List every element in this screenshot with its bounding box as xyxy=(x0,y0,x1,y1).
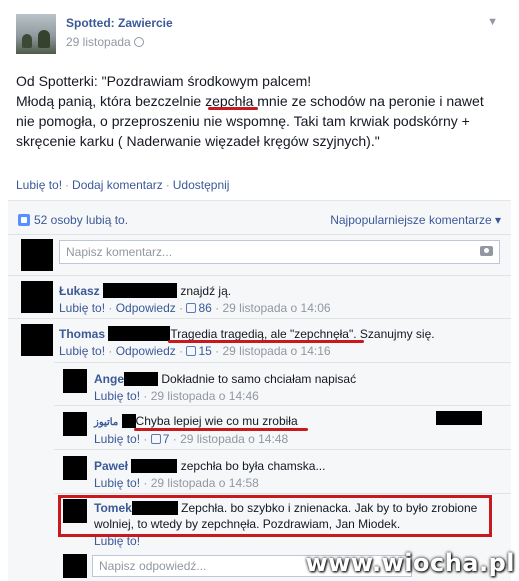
redacted-avatar xyxy=(63,554,87,578)
highlight-underline xyxy=(134,428,308,431)
like-thumb-icon xyxy=(18,214,30,226)
redacted-avatar xyxy=(21,281,53,313)
reply-like-link[interactable]: Lubię to! xyxy=(94,389,140,403)
likes-summary[interactable]: 52 osoby lubią to. xyxy=(18,213,128,227)
reply-time[interactable]: 29 listopada o 14:58 xyxy=(151,476,259,490)
comment-reply-link[interactable]: Odpowiedz xyxy=(116,344,176,358)
redacted-name xyxy=(108,326,171,341)
redacted-name xyxy=(121,414,136,428)
divider xyxy=(8,234,511,235)
comment-author[interactable]: Łukasz xyxy=(59,284,100,298)
chevron-down-icon[interactable]: ▼ xyxy=(487,16,498,28)
camera-icon[interactable] xyxy=(480,246,493,256)
comment-input[interactable]: Napisz komentarz... xyxy=(59,240,500,264)
divider xyxy=(54,493,511,494)
highlight-underline xyxy=(168,340,364,343)
watermark: www.wiocha.pl xyxy=(305,549,515,577)
comment-meta: Lubię to! · Odpowiedz · 86 · 29 listopad… xyxy=(59,301,331,315)
reply-text: Dokładnie to samo chciałam napisać xyxy=(161,372,357,386)
comment-text: znajdź ją. xyxy=(180,284,232,298)
reply-author[interactable]: Paweł xyxy=(94,459,128,473)
page-avatar[interactable] xyxy=(16,14,56,54)
comment-like-link[interactable]: Lubię to! xyxy=(59,344,105,358)
comment-input-placeholder: Napisz komentarz... xyxy=(66,245,173,259)
highlight-underline xyxy=(208,107,258,110)
post-date[interactable]: 29 listopada xyxy=(66,35,144,49)
reply-author[interactable]: ماتيوز xyxy=(94,417,118,428)
reply-text: Chyba lepiej wie co mu zrobiła xyxy=(135,414,298,428)
comment-text: . Szanujmy się. xyxy=(353,327,435,341)
post-body: Od Spotterki: "Pozdrawiam środkowym palc… xyxy=(16,71,504,151)
like-thumb-icon xyxy=(186,346,197,356)
redacted-avatar xyxy=(63,412,87,436)
comment-sort-dropdown[interactable]: Najpopularniejsze komentarze ▾ xyxy=(330,213,501,227)
reply-meta: Lubię to! · 29 listopada o 14:46 xyxy=(94,389,259,403)
avatar-tree-shape xyxy=(22,34,32,48)
redacted-name xyxy=(103,283,178,298)
reply-time[interactable]: 29 listopada o 14:46 xyxy=(151,389,259,403)
divider xyxy=(54,405,511,406)
separator: · xyxy=(65,178,70,192)
post-actions: Lubię to! · Dodaj komentarz · Udostępnij xyxy=(16,178,229,192)
redacted-avatar xyxy=(63,369,87,393)
divider xyxy=(54,449,511,450)
comment-time[interactable]: 29 listopada o 14:06 xyxy=(222,301,330,315)
avatar-tree-shape xyxy=(38,30,50,48)
post-text-line: Od Spotterki: "Pozdrawiam środkowym palc… xyxy=(16,73,312,89)
reply: Ange Dokładnie to samo chciałam napisać xyxy=(94,372,356,386)
post-text-line: skręcenie karku ( Naderwanie więzadeł kr… xyxy=(16,133,380,149)
post-header: Spotted: Zawiercie 29 listopada ▼ xyxy=(16,14,506,58)
post-text-line: Młodą panią, która bezczelnie zepchła mn… xyxy=(16,93,484,109)
reply-text: zepchła bo była chamska... xyxy=(180,459,326,473)
comment: Łukasz znajdź ją. xyxy=(59,283,231,298)
separator: · xyxy=(165,178,170,192)
comment-meta: Lubię to! · Odpowiedz · 15 · 29 listopad… xyxy=(59,344,331,358)
highlight-box xyxy=(58,495,492,537)
redacted-avatar xyxy=(63,456,87,480)
like-thumb-icon xyxy=(150,434,161,444)
like-link[interactable]: Lubię to! xyxy=(16,178,62,192)
globe-icon xyxy=(133,37,144,47)
page-name-link[interactable]: Spotted: Zawiercie xyxy=(66,16,173,30)
post-text-line: nie pomogła, o przeproszeniu nie wspomnę… xyxy=(16,113,470,129)
divider xyxy=(54,362,511,363)
comment-time[interactable]: 29 listopada o 14:16 xyxy=(222,344,330,358)
redacted-avatar xyxy=(21,239,53,271)
post-date-text[interactable]: 29 listopada xyxy=(66,35,131,49)
comment: Thomas Tragedia tragedią, ale "zepchnęła… xyxy=(59,326,435,341)
comment-link[interactable]: Dodaj komentarz xyxy=(72,178,163,192)
reply: Paweł zepchła bo była chamska... xyxy=(94,459,325,473)
reply-input-placeholder: Napisz odpowiedź... xyxy=(99,559,207,573)
reply-meta: Lubię to! · 7 · 29 listopada o 14:48 xyxy=(94,432,289,446)
divider xyxy=(8,318,511,319)
reply-time[interactable]: 29 listopada o 14:48 xyxy=(180,432,288,446)
comments-section: 52 osoby lubią to. Najpopularniejsze kom… xyxy=(8,200,511,581)
reply-meta: Lubię to! · 29 listopada o 14:58 xyxy=(94,476,259,490)
comment-like-count[interactable]: 15 xyxy=(198,344,211,358)
redacted-block xyxy=(436,411,482,425)
reply: ماتيوز Chyba lepiej wie co mu zrobiła xyxy=(94,414,298,428)
likes-count[interactable]: 52 osoby lubią to. xyxy=(34,213,128,227)
reply-like-link[interactable]: Lubię to! xyxy=(94,476,140,490)
reply-like-count[interactable]: 7 xyxy=(163,432,170,446)
comment-reply-link[interactable]: Odpowiedz xyxy=(116,301,176,315)
redacted-name xyxy=(124,372,158,386)
comment-like-link[interactable]: Lubię to! xyxy=(59,301,105,315)
redacted-avatar xyxy=(21,324,53,356)
redacted-name xyxy=(131,459,178,473)
share-link[interactable]: Udostępnij xyxy=(173,178,230,192)
reply-like-link[interactable]: Lubię to! xyxy=(94,432,140,446)
comment-text-highlight: Tragedia tragedią, ale "zepchnęła" xyxy=(170,327,354,341)
comment-author[interactable]: Thomas xyxy=(59,327,105,341)
comment-like-count[interactable]: 86 xyxy=(198,301,211,315)
like-thumb-icon xyxy=(186,303,197,313)
reply-author[interactable]: Ange xyxy=(94,372,124,386)
divider xyxy=(8,275,511,276)
